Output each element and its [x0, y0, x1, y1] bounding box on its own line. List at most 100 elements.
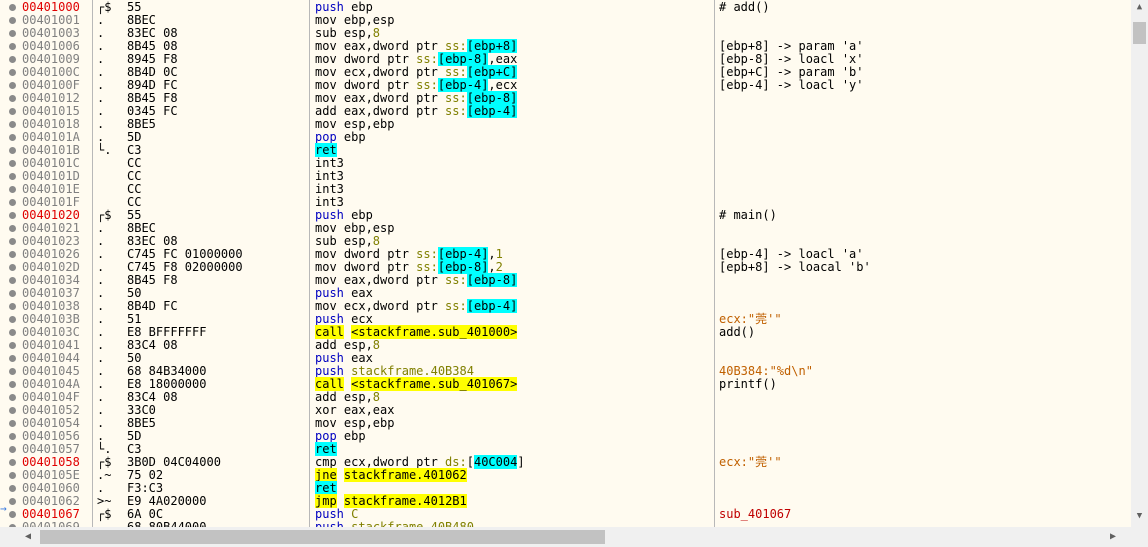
breakpoint-dot-icon[interactable]	[9, 381, 16, 388]
breakpoint-dot-icon[interactable]	[9, 459, 16, 466]
scroll-left-icon[interactable]: ◀	[25, 530, 37, 544]
disasm-row[interactable]: 0040101F CC int3	[0, 196, 1130, 209]
disasm-row[interactable]: 00401056. 5D pop ebp	[0, 430, 1130, 443]
instruction-token: mov eax,dword ptr	[315, 91, 446, 105]
breakpoint-dot-icon[interactable]	[9, 160, 16, 167]
disassembly-view[interactable]: 00401000 ┌$ 55 push ebp # add() 00401001. 8BEC…	[0, 0, 1130, 527]
breakpoint-dot-icon[interactable]	[9, 329, 16, 336]
instruction-token	[337, 468, 344, 482]
breakpoint-dot-icon[interactable]	[9, 472, 16, 479]
breakpoint-dot-icon[interactable]	[9, 446, 16, 453]
breakpoint-dot-icon[interactable]	[9, 43, 16, 50]
breakpoint-dot-icon[interactable]	[9, 173, 16, 180]
disasm-row[interactable]: 00401034. 8B45 F8 mov eax,dword ptr ss:[eb…	[0, 273, 1130, 287]
breakpoint-dot-icon[interactable]	[9, 277, 16, 284]
breakpoint-dot-icon[interactable]	[9, 511, 16, 518]
instruction-token: mov dword ptr	[315, 52, 417, 66]
instruction-token: push	[315, 507, 344, 521]
comment-cell[interactable]: [epb+8] -> loacal 'b'	[719, 261, 871, 274]
instruction-token: [ebp+8]	[466, 39, 518, 53]
horizontal-scroll-thumb[interactable]	[40, 530, 605, 544]
instruction-token: <stackframe.sub_401067>	[351, 377, 518, 391]
breakpoint-dot-icon[interactable]	[9, 433, 16, 440]
breakpoint-dot-icon[interactable]	[9, 225, 16, 232]
breakpoint-dot-icon[interactable]	[9, 355, 16, 362]
vertical-scrollbar[interactable]: ▲ ▼	[1131, 0, 1148, 527]
disasm-row[interactable]: 00401052. 33C0 xor eax,eax	[0, 404, 1130, 417]
breakpoint-dot-icon[interactable]	[9, 251, 16, 258]
disasm-row[interactable]: 00401058 ┌$ 3B0D 04C04000 cmp ecx,dword ptr…	[0, 455, 1130, 469]
breakpoint-dot-icon[interactable]	[9, 303, 16, 310]
breakpoint-dot-icon[interactable]	[9, 498, 16, 505]
instruction-token: int3	[315, 195, 344, 209]
breakpoint-dot-icon[interactable]	[9, 238, 16, 245]
breakpoint-dot-icon[interactable]	[9, 121, 16, 128]
scroll-right-icon[interactable]: ▶	[1110, 530, 1122, 544]
breakpoint-dot-icon[interactable]	[9, 368, 16, 375]
disasm-row[interactable]: 0040105E .~ 75 02 jne stackframe.401062	[0, 468, 1130, 482]
breakpoint-dot-icon[interactable]	[9, 56, 16, 63]
comment-cell[interactable]: sub_401067	[719, 508, 791, 521]
instruction-token: push	[315, 312, 344, 326]
comment-cell[interactable]: # add()	[719, 1, 770, 14]
disasm-row[interactable]: 00401020 ┌$ 55 push ebp # main()	[0, 209, 1130, 222]
horizontal-scrollbar[interactable]: ◀ ▶	[0, 527, 1130, 547]
disasm-row[interactable]: 00401038. 8B4D FC mov ecx,dword ptr ss:[eb…	[0, 299, 1130, 313]
breakpoint-dot-icon[interactable]	[9, 147, 16, 154]
instruction-token: sub esp,	[315, 26, 373, 40]
breakpoint-dot-icon[interactable]	[9, 264, 16, 271]
instruction-token: ,	[488, 247, 496, 261]
breakpoint-dot-icon[interactable]	[9, 186, 16, 193]
breakpoint-dot-icon[interactable]	[9, 342, 16, 349]
disasm-row[interactable]: 00401015. 0345 FC add eax,dword ptr ss:[eb…	[0, 104, 1130, 118]
disasm-row[interactable]: 0040101B └. C3 ret	[0, 143, 1130, 157]
breakpoint-dot-icon[interactable]	[9, 316, 16, 323]
vertical-scroll-thumb[interactable]	[1133, 22, 1146, 44]
breakpoint-dot-icon[interactable]	[9, 95, 16, 102]
disasm-row[interactable]: 0040101E CC int3	[0, 183, 1130, 196]
instruction-token: ss:	[445, 65, 467, 79]
instruction-token: 1	[495, 247, 503, 261]
breakpoint-dot-icon[interactable]	[9, 212, 16, 219]
disasm-row[interactable]: 0040101A. 5D pop ebp	[0, 131, 1130, 144]
disasm-row[interactable]: 0040104F. 83C4 08 add esp,8	[0, 391, 1130, 404]
instruction-token: ss:	[445, 39, 467, 53]
instruction-token: ss:	[445, 104, 467, 118]
breakpoint-dot-icon[interactable]	[9, 82, 16, 89]
disasm-row[interactable]: 00401054. 8BE5 mov esp,ebp	[0, 417, 1130, 430]
instruction-token: push	[315, 520, 344, 528]
disasm-row[interactable]: 0040101D CC int3	[0, 170, 1130, 183]
instruction-token: int3	[315, 156, 344, 170]
instruction-token: sub esp,	[315, 234, 373, 248]
disasm-row[interactable]: 00401000 ┌$ 55 push ebp # add()	[0, 1, 1130, 14]
instruction-cell[interactable]: jne stackframe.401062	[315, 468, 467, 482]
instruction-token: C	[351, 507, 359, 521]
scroll-up-icon[interactable]: ▲	[1134, 2, 1145, 13]
instruction-token: mov dword ptr	[315, 247, 417, 261]
breakpoint-dot-icon[interactable]	[9, 4, 16, 11]
comment-cell[interactable]: ecx:"莞'"	[719, 456, 782, 469]
breakpoint-dot-icon[interactable]	[9, 199, 16, 206]
breakpoint-dot-icon[interactable]	[9, 485, 16, 492]
instruction-token: 2	[495, 260, 503, 274]
instruction-token: [ebp-4]	[466, 299, 518, 313]
disasm-row[interactable]: 00401041. 83C4 08 add esp,8	[0, 339, 1130, 352]
instruction-token: [	[466, 455, 474, 469]
comment-cell[interactable]: # main()	[719, 209, 777, 222]
breakpoint-dot-icon[interactable]	[9, 394, 16, 401]
breakpoint-dot-icon[interactable]	[9, 290, 16, 297]
breakpoint-dot-icon[interactable]	[9, 134, 16, 141]
comment-cell[interactable]: printf()	[719, 378, 777, 391]
comment-cell[interactable]: [ebp-4] -> loacl 'y'	[719, 79, 864, 92]
breakpoint-dot-icon[interactable]	[9, 69, 16, 76]
breakpoint-dot-icon[interactable]	[9, 420, 16, 427]
disasm-row[interactable]: 00401018. 8BE5 mov esp,ebp	[0, 118, 1130, 131]
breakpoint-dot-icon[interactable]	[9, 17, 16, 24]
breakpoint-dot-icon[interactable]	[9, 108, 16, 115]
scroll-down-icon[interactable]: ▼	[1134, 511, 1145, 522]
breakpoint-dot-icon[interactable]	[9, 30, 16, 37]
disasm-row[interactable]: 0040101C CC int3	[0, 157, 1130, 170]
comment-cell[interactable]: add()	[719, 326, 755, 339]
disasm-row[interactable]: 00401062 >~ E9 4A020000 jmp stackframe.4012…	[0, 494, 1130, 508]
breakpoint-dot-icon[interactable]	[9, 407, 16, 414]
